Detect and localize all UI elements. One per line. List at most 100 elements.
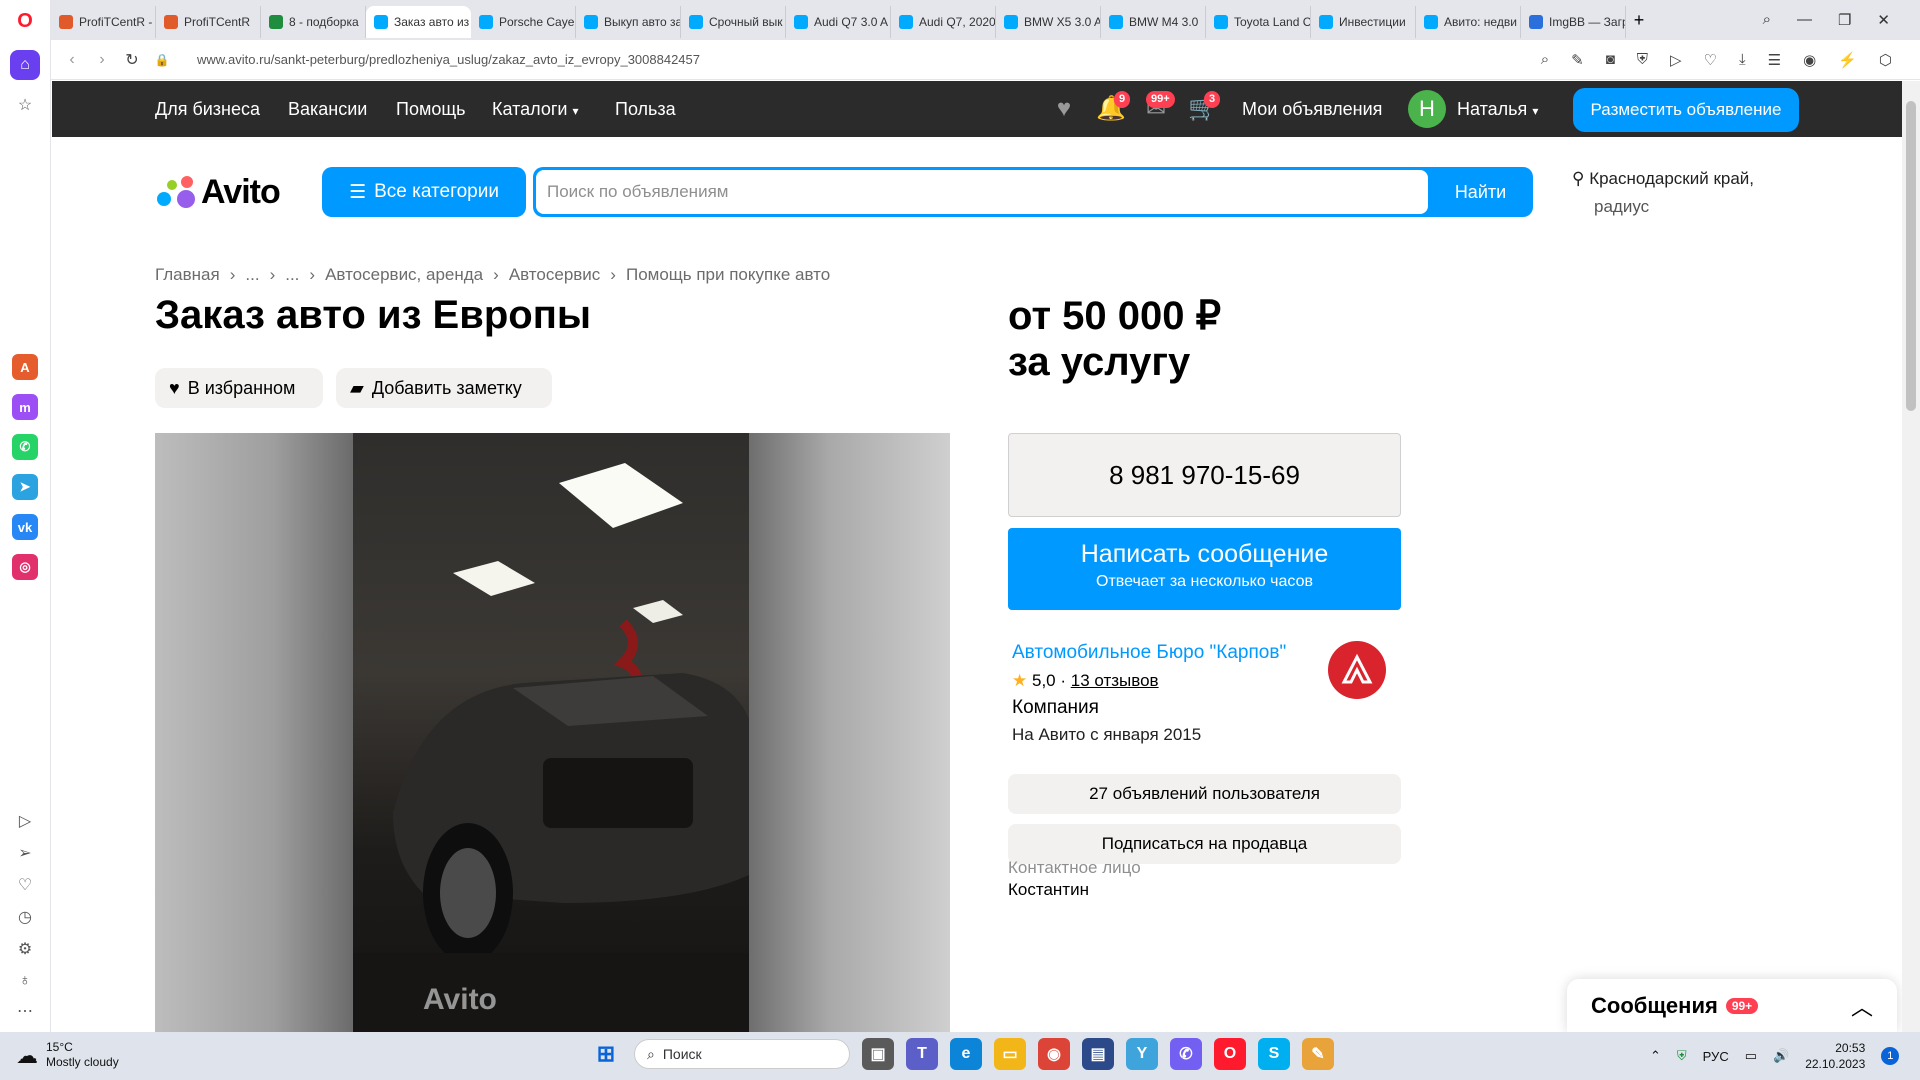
viber-icon[interactable]: ✆ xyxy=(1170,1038,1202,1070)
business-link[interactable]: Для бизнеса xyxy=(155,99,260,120)
chevron-up-icon[interactable]: ⌃ xyxy=(1650,1048,1661,1064)
notes-icon[interactable]: ✎ xyxy=(1302,1038,1334,1070)
profile-icon[interactable]: ◉ xyxy=(1803,51,1816,69)
app-icon[interactable]: Y xyxy=(1126,1038,1158,1070)
opera-icon[interactable]: O xyxy=(1214,1038,1246,1070)
windows-start-icon[interactable]: ⊞ xyxy=(590,1038,622,1070)
forward-icon[interactable]: › xyxy=(87,51,117,69)
tab[interactable]: 8 - подборка xyxy=(261,6,366,38)
seller-name[interactable]: Автомобильное Бюро "Карпов" xyxy=(1012,642,1286,664)
weather-widget[interactable]: ☁ 15°C Mostly cloudy xyxy=(16,1040,119,1070)
avito-logo[interactable]: Avito xyxy=(155,173,281,212)
language-indicator[interactable]: РУС xyxy=(1703,1049,1729,1064)
breadcrumb-item[interactable]: Главная xyxy=(155,265,220,285)
breadcrumb-item[interactable]: Помощь при покупке авто xyxy=(626,265,830,285)
zoom-icon[interactable]: ⌕ xyxy=(1541,51,1549,69)
breadcrumb-item[interactable]: Автосервис xyxy=(509,265,600,285)
tab[interactable]: BMW M4 3.0 xyxy=(1101,6,1206,38)
my-ads-link[interactable]: Мои объявления xyxy=(1242,99,1382,120)
reviews-link[interactable]: 13 отзывов xyxy=(1071,671,1159,690)
more-icon[interactable]: ⋯ xyxy=(10,996,40,1026)
scroll-thumb[interactable] xyxy=(1906,101,1916,411)
close-window-icon[interactable]: ✕ xyxy=(1877,11,1890,29)
heart-icon[interactable]: ♡ xyxy=(10,870,40,900)
breadcrumb-item[interactable]: ... xyxy=(245,265,259,285)
chrome-icon[interactable]: ◉ xyxy=(1038,1038,1070,1070)
add-note-button[interactable]: ▰ Добавить заметку xyxy=(336,368,552,408)
messages-widget[interactable]: Сообщения 99+ ︿ xyxy=(1567,979,1897,1032)
avatar[interactable]: Н xyxy=(1408,90,1446,128)
all-categories-button[interactable]: ☰ Все категории xyxy=(322,167,526,217)
favorite-button[interactable]: ♥ В избранном xyxy=(155,368,323,408)
vpn-icon[interactable]: ⚡ xyxy=(1838,51,1857,69)
search-button[interactable]: Найти xyxy=(1428,167,1533,217)
user-menu[interactable]: Наталья ▾ xyxy=(1457,99,1538,120)
skype-icon[interactable]: S xyxy=(1258,1038,1290,1070)
benefit-link[interactable]: Польза xyxy=(615,99,676,120)
telegram-icon[interactable]: ➤ xyxy=(12,474,38,500)
new-tab-icon[interactable]: + xyxy=(1626,10,1652,31)
search-tabs-icon[interactable]: ⌕ xyxy=(1763,11,1771,29)
history-icon[interactable]: ◷ xyxy=(10,902,40,932)
edit-icon[interactable]: ✎ xyxy=(1571,51,1584,69)
download-icon[interactable]: ⤓ xyxy=(1739,51,1746,69)
player-icon[interactable]: ▷ xyxy=(10,806,40,836)
security-icon[interactable]: ⛨ xyxy=(1677,1048,1687,1064)
notification-count[interactable]: 1 xyxy=(1881,1047,1900,1065)
tab[interactable]: Срочный вык xyxy=(681,6,786,38)
tab[interactable]: Инвестиции xyxy=(1311,6,1416,38)
seller-ads-button[interactable]: 27 объявлений пользователя xyxy=(1008,774,1401,814)
bulb-icon[interactable]: ♁ xyxy=(10,966,40,996)
vacancies-link[interactable]: Вакансии xyxy=(288,99,367,120)
volume-icon[interactable]: 🔊 xyxy=(1773,1048,1789,1064)
camera-icon[interactable]: ◙ xyxy=(1606,51,1615,69)
tab-active[interactable]: Заказ авто из Европы xyxy=(366,6,471,38)
task-view-icon[interactable]: ▣ xyxy=(862,1038,894,1070)
instagram-icon[interactable]: ◎ xyxy=(12,554,38,580)
tab[interactable]: Audi Q7, 2020 xyxy=(891,6,996,38)
vk-icon[interactable]: vk xyxy=(12,514,38,540)
tab[interactable]: ImgBB — Загр xyxy=(1521,6,1626,38)
post-ad-button[interactable]: Разместить объявление xyxy=(1573,88,1799,132)
tab[interactable]: Toyota Land C xyxy=(1206,6,1311,38)
aria-icon[interactable]: A xyxy=(12,354,38,380)
chevron-up-icon[interactable]: ︿ xyxy=(1851,990,1873,1022)
tab[interactable]: Выкуп авто за xyxy=(576,6,681,38)
reload-icon[interactable]: ↻ xyxy=(117,50,147,70)
favorites-icon[interactable]: ♥ xyxy=(1050,95,1078,123)
explorer-icon[interactable]: ▭ xyxy=(994,1038,1026,1070)
shield-icon[interactable]: ⛨ xyxy=(1637,51,1648,69)
tab[interactable]: Audi Q7 3.0 A xyxy=(786,6,891,38)
opera-logo-icon[interactable]: O xyxy=(10,6,40,36)
write-message-button[interactable]: Написать сообщение Отвечает за несколько… xyxy=(1008,528,1401,610)
messenger-icon[interactable]: m xyxy=(12,394,38,420)
pin-icon[interactable]: ☆ xyxy=(10,90,40,120)
catalogs-link[interactable]: Каталоги ▾ xyxy=(492,99,579,120)
teams-icon[interactable]: T xyxy=(906,1038,938,1070)
seller-logo-icon[interactable] xyxy=(1328,641,1386,699)
settings-icon[interactable]: ⚙ xyxy=(10,934,40,964)
region-selector[interactable]: ⚲ Краснодарский край, радиус xyxy=(1572,165,1754,221)
whatsapp-icon[interactable]: ✆ xyxy=(12,434,38,460)
phone-number[interactable]: 8 981 970-15-69 xyxy=(1008,433,1401,517)
tab[interactable]: ProfiTCentR - xyxy=(51,6,156,38)
clock[interactable]: 20:53 22.10.2023 xyxy=(1805,1040,1865,1072)
taskbar-search[interactable]: ⌕ Поиск xyxy=(634,1039,850,1069)
edge-icon[interactable]: e xyxy=(950,1038,982,1070)
heart-icon[interactable]: ♡ xyxy=(1704,51,1717,69)
minimize-icon[interactable]: — xyxy=(1797,11,1812,29)
home-icon[interactable]: ⌂ xyxy=(10,50,40,80)
tab[interactable]: BMW X5 3.0 A xyxy=(996,6,1101,38)
extensions-icon[interactable]: ⬡ xyxy=(1879,51,1892,69)
menu-icon[interactable]: ☰ xyxy=(1768,51,1781,69)
breadcrumb-item[interactable]: Автосервис, аренда xyxy=(325,265,483,285)
tab[interactable]: ProfiTCentR xyxy=(156,6,261,38)
network-icon[interactable]: ▭ xyxy=(1745,1048,1757,1064)
save-icon[interactable]: ▤ xyxy=(1082,1038,1114,1070)
photo-gallery[interactable]: Avito xyxy=(155,433,950,1032)
back-icon[interactable]: ‹ xyxy=(57,51,87,69)
restore-icon[interactable]: ❐ xyxy=(1838,11,1851,29)
page-scrollbar[interactable] xyxy=(1902,81,1920,1032)
tab[interactable]: Porsche Cayen xyxy=(471,6,576,38)
url-field[interactable]: www.avito.ru/sankt-peterburg/predlozheni… xyxy=(197,52,700,67)
